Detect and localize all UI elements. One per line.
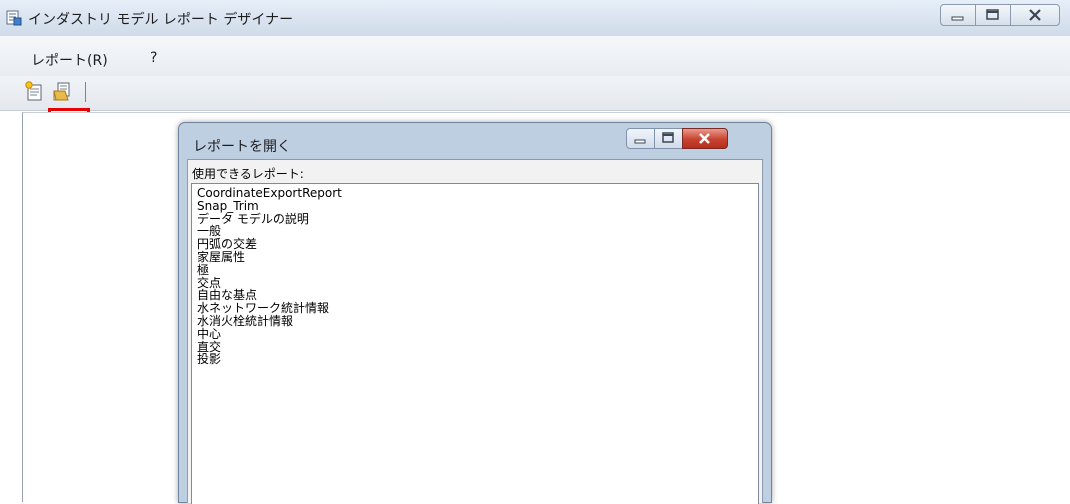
close-icon — [699, 133, 710, 144]
dialog-close-button[interactable] — [682, 128, 728, 149]
minimize-button[interactable] — [940, 4, 976, 26]
toolbar-separator — [85, 82, 86, 102]
menu-help[interactable]: ? — [150, 50, 157, 66]
report-listbox[interactable]: CoordinateExportReport Snap_Trim データ モデル… — [191, 183, 759, 504]
list-item[interactable]: 中心 — [197, 327, 342, 341]
app-icon — [6, 10, 22, 26]
close-icon — [1029, 9, 1041, 21]
list-item[interactable]: 水消火栓統計情報 — [197, 315, 342, 328]
menu-bar: レポート(R) ? — [0, 36, 1070, 76]
dialog-maximize-button[interactable] — [654, 128, 683, 149]
list-item[interactable]: Snap_Trim — [197, 199, 342, 213]
list-item[interactable]: 家屋属性 — [197, 251, 342, 264]
new-report-icon — [25, 81, 42, 101]
maximize-icon — [986, 9, 999, 20]
new-report-button[interactable] — [24, 80, 46, 102]
open-report-button[interactable] — [52, 80, 74, 102]
open-report-dialog: レポートを開く 使用できるレポート: CoordinateExportRepor… — [178, 122, 772, 504]
window-controls — [940, 4, 1060, 26]
report-list: CoordinateExportReport Snap_Trim データ モデル… — [197, 187, 342, 366]
maximize-button[interactable] — [975, 4, 1011, 26]
list-item[interactable]: 極 — [197, 263, 342, 277]
toolbar — [0, 76, 1070, 111]
report-list-label: 使用できるレポート: — [192, 167, 304, 181]
list-item[interactable]: CoordinateExportReport — [197, 187, 342, 200]
close-button[interactable] — [1010, 4, 1060, 26]
open-report-icon — [53, 82, 70, 101]
minimize-icon — [634, 139, 646, 144]
menu-report[interactable]: レポート(R) — [31, 50, 108, 70]
minimize-icon — [951, 16, 964, 21]
dialog-minimize-button[interactable] — [626, 128, 655, 149]
list-item[interactable]: 投影 — [197, 353, 342, 366]
title-bar: インダストリ モデル レポート デザイナー — [0, 0, 1070, 37]
dialog-window-controls — [626, 128, 728, 149]
window-title: インダストリ モデル レポート デザイナー — [28, 12, 294, 28]
maximize-icon — [662, 132, 674, 143]
dialog-body: 使用できるレポート: CoordinateExportReport Snap_T… — [187, 159, 763, 504]
dialog-title: レポートを開く — [193, 139, 291, 155]
